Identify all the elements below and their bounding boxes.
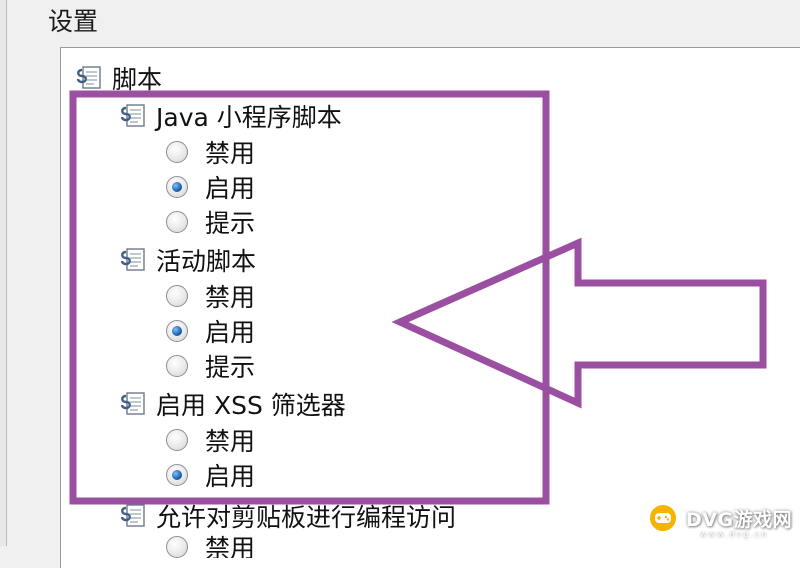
script-doc-icon xyxy=(76,64,104,92)
option-label: 禁用 xyxy=(205,283,256,312)
radio-button[interactable] xyxy=(166,211,188,233)
option-active-disable[interactable]: 禁用 xyxy=(166,279,255,313)
script-doc-icon xyxy=(120,390,148,418)
option-label: 启用 xyxy=(205,462,256,491)
section-xss-filter[interactable]: 启用 XSS 筛选器 xyxy=(120,387,346,421)
tree-root-scripting[interactable]: 脚本 xyxy=(76,61,162,95)
option-label: 禁用 xyxy=(205,139,256,168)
option-xss-disable[interactable]: 禁用 xyxy=(166,423,255,457)
radio-button[interactable] xyxy=(166,285,188,307)
option-java-prompt[interactable]: 提示 xyxy=(166,205,255,239)
radio-button[interactable] xyxy=(166,355,188,377)
settings-group-title: 设置 xyxy=(48,7,99,36)
section-clipboard-access[interactable]: 允许对剪贴板进行编程访问 xyxy=(120,499,456,533)
radio-button-selected[interactable] xyxy=(166,320,188,342)
radio-button[interactable] xyxy=(166,141,188,163)
radio-button[interactable] xyxy=(166,429,188,451)
script-doc-icon xyxy=(120,102,148,130)
script-doc-icon xyxy=(120,502,148,530)
section-java-applet-scripting[interactable]: Java 小程序脚本 xyxy=(120,99,342,133)
gamepad-icon xyxy=(648,503,678,533)
option-xss-enable[interactable]: 启用 xyxy=(166,458,255,492)
radio-button[interactable] xyxy=(166,536,188,558)
option-label: 启用 xyxy=(205,174,256,203)
option-java-enable[interactable]: 启用 xyxy=(166,170,255,204)
option-active-prompt[interactable]: 提示 xyxy=(166,349,255,383)
option-label: 启用 xyxy=(205,318,256,347)
section-label: 启用 XSS 筛选器 xyxy=(156,391,346,420)
section-active-scripting[interactable]: 活动脚本 xyxy=(120,243,256,277)
radio-button-selected[interactable] xyxy=(166,176,188,198)
radio-button-selected[interactable] xyxy=(166,464,188,486)
tree-root-label: 脚本 xyxy=(112,65,163,94)
watermark-text: DVG游戏网 xyxy=(686,508,793,531)
option-active-enable[interactable]: 启用 xyxy=(166,314,255,348)
watermark-subtext: www.dvg.cn xyxy=(700,530,769,539)
section-label: Java 小程序脚本 xyxy=(156,103,342,132)
section-label: 允许对剪贴板进行编程访问 xyxy=(156,503,457,532)
option-java-disable[interactable]: 禁用 xyxy=(166,135,255,169)
script-doc-icon xyxy=(120,246,148,274)
section-label: 活动脚本 xyxy=(156,247,257,276)
option-label: 提示 xyxy=(205,353,256,382)
option-label: 提示 xyxy=(205,209,256,238)
option-label: 禁用 xyxy=(205,427,256,456)
window-left-edge xyxy=(0,0,7,546)
